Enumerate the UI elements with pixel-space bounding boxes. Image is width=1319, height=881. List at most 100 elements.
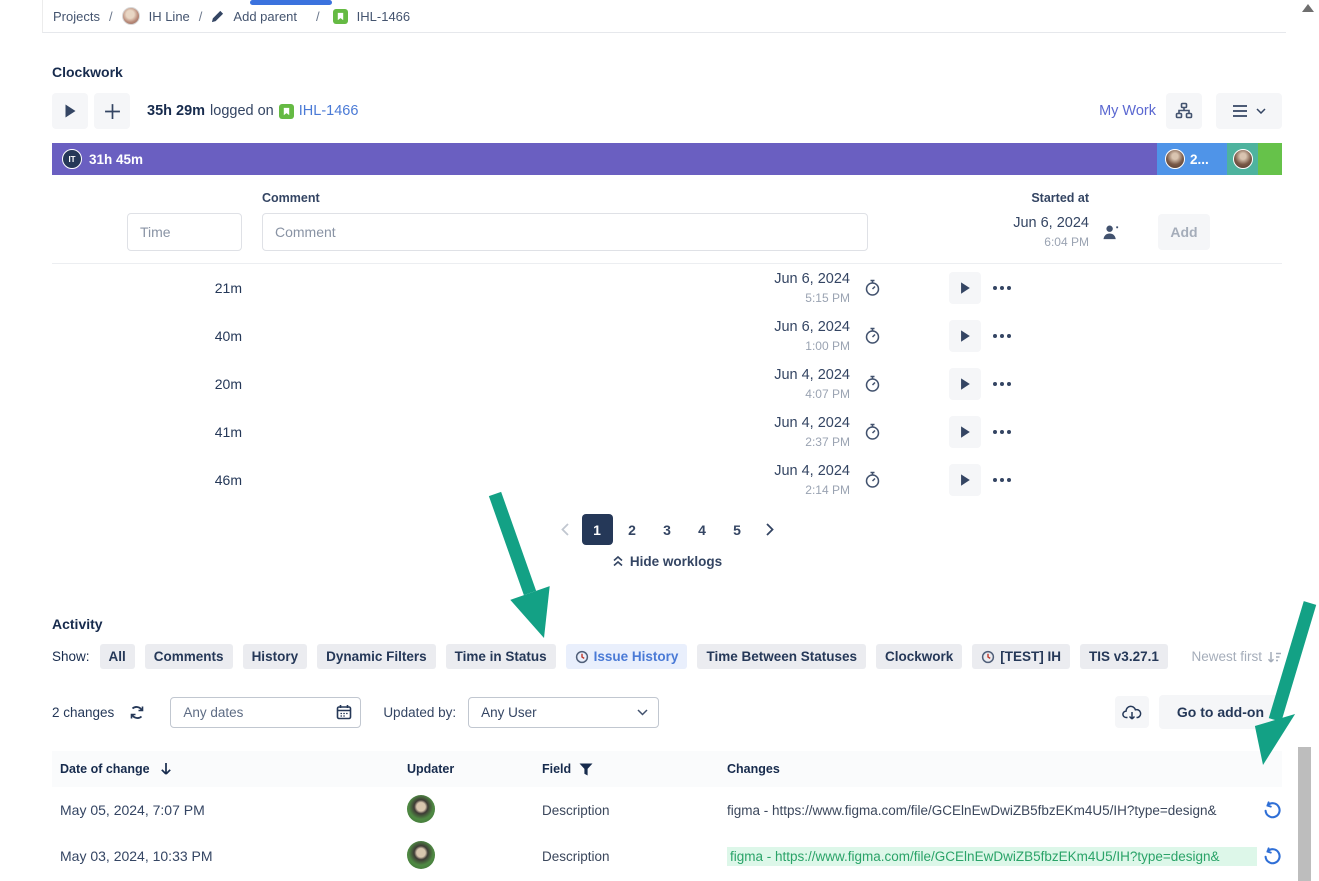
worklog-duration: 21m <box>127 280 242 296</box>
add-worklog-button[interactable] <box>94 93 130 129</box>
stopwatch-icon <box>864 327 881 345</box>
avatar <box>407 795 435 823</box>
header-date-of-change[interactable]: Date of change <box>60 762 150 776</box>
sort-label: Newest first <box>1191 649 1262 664</box>
started-date: Jun 6, 2024 <box>868 214 1089 234</box>
filter-dynamic-filters[interactable]: Dynamic Filters <box>317 644 436 669</box>
hierarchy-view-button[interactable] <box>1166 93 1202 129</box>
change-date: May 03, 2024, 10:33 PM <box>52 848 407 864</box>
pencil-icon <box>211 10 224 23</box>
breadcrumb-separator: / <box>316 9 320 24</box>
started-at-label: Started at <box>868 191 1089 205</box>
restore-icon[interactable] <box>1263 801 1282 820</box>
filter-time-in-status[interactable]: Time in Status <box>446 644 556 669</box>
next-page-button[interactable] <box>757 517 783 543</box>
dates-filter[interactable] <box>170 697 361 728</box>
page-button-3[interactable]: 3 <box>652 514 683 545</box>
refresh-button[interactable] <box>128 703 146 722</box>
updated-by-select[interactable]: Any User <box>468 697 659 728</box>
filter-issue-history[interactable]: Issue History <box>566 644 688 669</box>
started-at-value[interactable]: Jun 6, 2024 6:04 PM <box>868 214 1089 250</box>
activity-filter-bar: Show: All Comments History Dynamic Filte… <box>52 644 1282 669</box>
filter-label: Issue History <box>594 649 679 664</box>
time-input[interactable] <box>127 213 242 251</box>
progress-blue-label: 2... <box>1190 152 1209 167</box>
filter-time-between-statuses[interactable]: Time Between Statuses <box>697 644 866 669</box>
worklog-time: 1:00 PM <box>629 338 850 354</box>
more-icon[interactable] <box>989 474 1015 486</box>
change-field: Description <box>542 849 727 864</box>
resume-worklog-button[interactable] <box>949 272 981 304</box>
changes-count: 2 changes <box>52 705 114 720</box>
resume-worklog-button[interactable] <box>949 368 981 400</box>
breadcrumb-projects[interactable]: Projects <box>53 9 100 24</box>
assign-user-button[interactable] <box>1102 224 1121 241</box>
header-field: Field <box>542 762 571 776</box>
progress-segment-teal[interactable] <box>1227 143 1258 175</box>
worklog-row: 41m Jun 4, 2024 2:37 PM <box>52 408 1282 456</box>
scrollbar-thumb[interactable] <box>1298 747 1311 881</box>
filter-comments[interactable]: Comments <box>145 644 233 669</box>
updated-by-label: Updated by: <box>383 705 456 720</box>
resume-worklog-button[interactable] <box>949 464 981 496</box>
issue-link[interactable]: IHL-1466 <box>299 103 359 119</box>
page-button-2[interactable]: 2 <box>617 514 648 545</box>
filter-label: [TEST] IH <box>1000 649 1061 664</box>
page-button-1[interactable]: 1 <box>582 514 613 545</box>
page-button-5[interactable]: 5 <box>722 514 753 545</box>
page-button-4[interactable]: 4 <box>687 514 718 545</box>
cloud-download-icon <box>1122 704 1142 721</box>
worklog-duration: 46m <box>127 472 242 488</box>
worklog-row: 40m Jun 6, 2024 1:00 PM <box>52 312 1282 360</box>
hierarchy-icon <box>1175 102 1193 120</box>
page: Projects / IH Line / Add parent / IHL-14… <box>0 0 1319 881</box>
progress-segment-blue[interactable]: 2... <box>1157 143 1227 175</box>
filter-test-ih[interactable]: [TEST] IH <box>972 644 1070 669</box>
resume-worklog-button[interactable] <box>949 320 981 352</box>
hamburger-icon <box>1232 105 1248 117</box>
progress-main-duration: 31h 45m <box>89 152 143 167</box>
filter-clockwork[interactable]: Clockwork <box>876 644 962 669</box>
my-work-link[interactable]: My Work <box>1099 103 1156 119</box>
main-content: Clockwork 35h 29m logged on IHL-1466 <box>52 34 1282 879</box>
prev-page-button[interactable] <box>552 517 578 543</box>
progress-segment-main[interactable]: IT 31h 45m <box>52 143 1157 175</box>
clockwork-menu-button[interactable] <box>1216 93 1282 129</box>
export-button[interactable] <box>1115 696 1149 728</box>
worklog-duration: 20m <box>127 376 242 392</box>
header-updater: Updater <box>407 762 542 776</box>
issue-history-table: Date of change Updater Field Changes Ma <box>52 751 1282 879</box>
breadcrumb-issue[interactable]: IHL-1466 <box>357 9 410 24</box>
table-header: Date of change Updater Field Changes <box>52 751 1282 787</box>
filter-history[interactable]: History <box>243 644 308 669</box>
hide-worklogs-button[interactable]: Hide worklogs <box>52 554 1282 569</box>
breadcrumb-add-parent[interactable]: Add parent <box>233 9 297 24</box>
start-timer-button[interactable] <box>52 93 88 129</box>
add-button[interactable]: Add <box>1158 214 1210 250</box>
more-icon[interactable] <box>989 378 1015 390</box>
more-icon[interactable] <box>989 282 1015 294</box>
more-icon[interactable] <box>989 426 1015 438</box>
change-value: figma - https://www.figma.com/file/GCEln… <box>727 803 1257 818</box>
comment-input[interactable] <box>262 213 868 251</box>
worklog-form: Jun 6, 2024 6:04 PM Add <box>52 205 1282 264</box>
comment-column-header: Comment <box>262 191 868 205</box>
collapse-icon <box>612 555 624 568</box>
sort-control[interactable]: Newest first <box>1191 649 1282 664</box>
restore-icon[interactable] <box>1263 847 1282 866</box>
progress-segment-green[interactable] <box>1258 143 1282 175</box>
scrollbar-up-arrow[interactable] <box>1302 4 1314 12</box>
filter-funnel-icon[interactable] <box>579 763 593 776</box>
started-time: 6:04 PM <box>868 234 1089 250</box>
breadcrumb-project[interactable]: IH Line <box>149 9 190 24</box>
calendar-icon[interactable] <box>336 704 352 720</box>
avatar <box>407 841 435 869</box>
filter-all[interactable]: All <box>100 644 135 669</box>
dates-filter-input[interactable] <box>183 705 303 720</box>
filter-tis-version[interactable]: TIS v3.27.1 <box>1080 644 1168 669</box>
more-icon[interactable] <box>989 330 1015 342</box>
issue-type-icon <box>333 9 348 24</box>
resume-worklog-button[interactable] <box>949 416 981 448</box>
sort-down-icon[interactable] <box>160 762 172 776</box>
go-to-addon-button[interactable]: Go to add-on <box>1159 695 1282 729</box>
